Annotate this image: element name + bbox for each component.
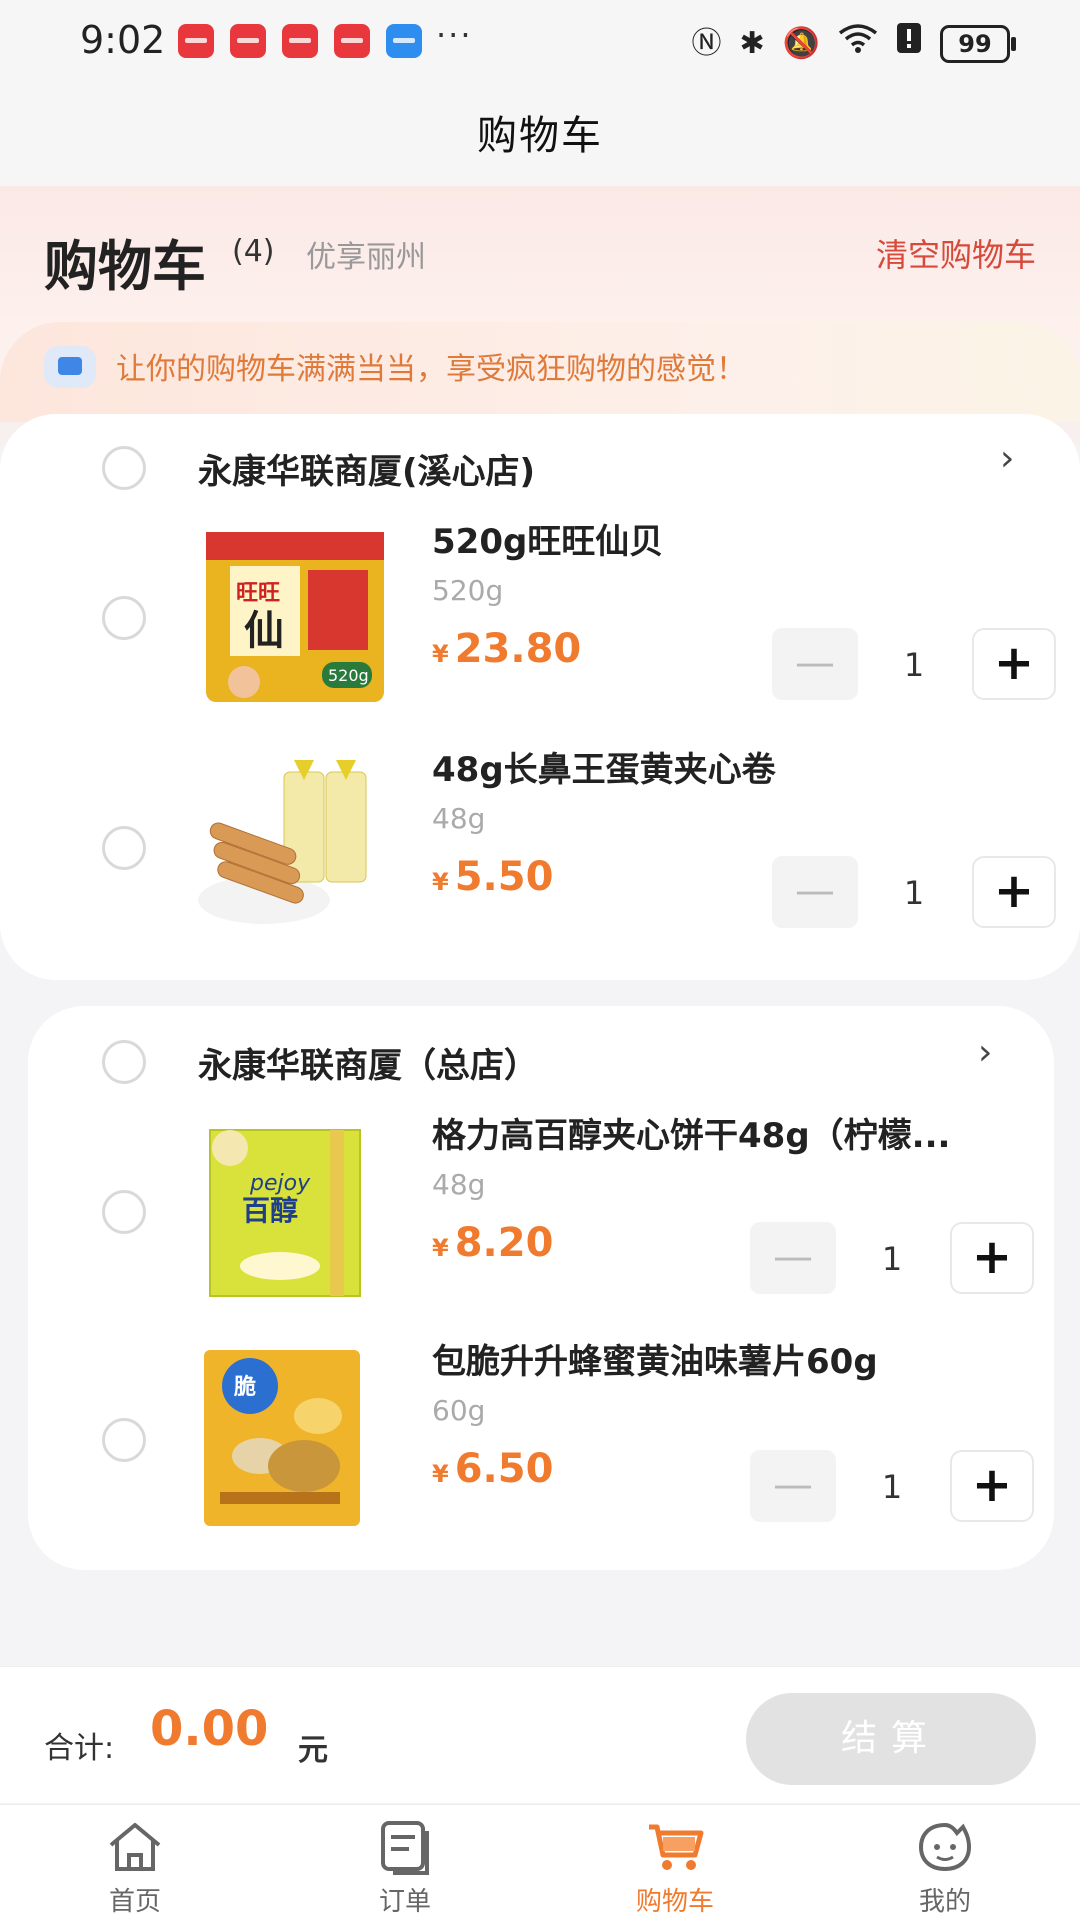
item-select-checkbox[interactable] — [102, 1418, 146, 1462]
product-name[interactable]: 520g旺旺仙贝 — [432, 514, 1032, 563]
product-price: ¥5.50 — [432, 854, 553, 900]
page-title: 购物车 — [477, 113, 603, 159]
system-icons: Ⓝ ✱ 🔕 99 — [691, 22, 1016, 65]
store-location: 优享丽州 — [306, 240, 426, 275]
store-icon — [44, 346, 96, 388]
notification-icons — [178, 24, 422, 58]
product-spec: 520g — [432, 574, 504, 607]
checkout-bar: 合计: 0.00 元 结算 — [0, 1666, 1080, 1803]
product-image[interactable]: pejoy 百醇 — [200, 1116, 390, 1306]
increase-qty-button[interactable]: + — [972, 856, 1056, 928]
product-name[interactable]: 48g长鼻王蛋黄夹心卷 — [432, 742, 1032, 791]
currency-symbol: ¥ — [432, 1460, 449, 1488]
tab-label: 我的 — [918, 1887, 971, 1917]
quantity-value: 1 — [903, 874, 925, 912]
increase-qty-button[interactable]: + — [950, 1222, 1034, 1294]
product-spec: 48g — [432, 802, 486, 835]
total-label: 合计: — [44, 1731, 115, 1766]
item-select-checkbox[interactable] — [102, 596, 146, 640]
decrease-qty-button[interactable]: — — [750, 1450, 836, 1522]
chevron-right-icon[interactable]: › — [1000, 438, 1014, 479]
tab-label: 购物车 — [635, 1887, 714, 1917]
svg-text:百醇: 百醇 — [242, 1194, 298, 1227]
tab-home[interactable]: 首页 — [0, 1805, 270, 1921]
currency-symbol: ¥ — [432, 640, 449, 668]
quantity-value: 1 — [881, 1240, 903, 1278]
tab-cart[interactable]: 购物车 — [540, 1805, 810, 1921]
item-select-checkbox[interactable] — [102, 1190, 146, 1234]
svg-text:520g: 520g — [328, 666, 369, 685]
svg-text:pejoy: pejoy — [249, 1171, 311, 1196]
total-amount: 0.00 — [150, 1701, 269, 1757]
currency-symbol: ¥ — [432, 1234, 449, 1262]
tab-orders[interactable]: 订单 — [270, 1805, 540, 1921]
product-price: ¥8.20 — [432, 1220, 553, 1266]
huawei-app-icon — [282, 24, 318, 58]
home-icon — [109, 1823, 161, 1871]
increase-qty-button[interactable]: + — [950, 1450, 1034, 1522]
store-card: 永康华联商厦(溪心店) › 旺旺 仙 520g 520g旺旺仙贝 520g ¥2… — [0, 414, 1080, 980]
weather-app-icon — [386, 24, 422, 58]
huawei-app-icon — [178, 24, 214, 58]
more-notifications-icon: ··· — [436, 16, 473, 54]
quantity-value: 1 — [881, 1468, 903, 1506]
book-app-icon — [334, 24, 370, 58]
nav-bar: 购物车 — [0, 86, 1080, 186]
item-select-checkbox[interactable] — [102, 826, 146, 870]
orders-icon — [381, 1821, 429, 1875]
product-price: ¥6.50 — [432, 1446, 553, 1492]
quantity-value: 1 — [903, 646, 925, 684]
price-value: 23.80 — [454, 626, 582, 672]
store-card: 永康华联商厦（总店） › pejoy 百醇 格力高百醇夹心饼干48g（柠檬...… — [28, 1006, 1054, 1570]
alert-icon — [896, 22, 922, 65]
status-bar: 9:02 ··· Ⓝ ✱ 🔕 99 — [0, 0, 1080, 86]
store-select-checkbox[interactable] — [102, 446, 146, 490]
cart-count: (4) — [232, 234, 275, 269]
price-value: 8.20 — [454, 1220, 554, 1266]
product-spec: 60g — [432, 1394, 486, 1427]
price-value: 6.50 — [454, 1446, 554, 1492]
store-select-checkbox[interactable] — [102, 1040, 146, 1084]
product-image[interactable]: 脆 — [200, 1342, 390, 1532]
cart-icon — [649, 1824, 704, 1870]
svg-text:旺旺: 旺旺 — [236, 581, 280, 606]
decrease-qty-button[interactable]: — — [750, 1222, 836, 1294]
svg-text:仙: 仙 — [244, 608, 284, 654]
mute-icon: 🔕 — [782, 25, 820, 61]
bluetooth-icon: ✱ — [739, 25, 765, 61]
bottom-tab-bar: 首页 订单 购物车 我的 — [0, 1804, 1080, 1921]
promo-notice: 让你的购物车满满当当，享受疯狂购物的感觉！ — [0, 322, 1080, 422]
increase-qty-button[interactable]: + — [972, 628, 1056, 700]
nfc-icon: Ⓝ — [691, 25, 722, 61]
checkout-button[interactable]: 结算 — [746, 1693, 1036, 1785]
product-name[interactable]: 包脆升升蜂蜜黄油味薯片60g — [432, 1334, 1022, 1383]
huawei-app-icon — [230, 24, 266, 58]
product-spec: 48g — [432, 1168, 486, 1201]
product-name[interactable]: 格力高百醇夹心饼干48g（柠檬... — [432, 1108, 1022, 1157]
wifi-icon — [838, 23, 878, 64]
svg-text:脆: 脆 — [234, 1374, 256, 1400]
total-unit: 元 — [298, 1733, 328, 1768]
store-name[interactable]: 永康华联商厦（总店） — [198, 1038, 538, 1087]
tab-profile[interactable]: 我的 — [810, 1805, 1080, 1921]
tab-label: 首页 — [108, 1887, 161, 1917]
decrease-qty-button[interactable]: — — [772, 628, 858, 700]
clear-cart-button[interactable]: 清空购物车 — [876, 230, 1036, 276]
decrease-qty-button[interactable]: — — [772, 856, 858, 928]
price-value: 5.50 — [454, 854, 554, 900]
product-price: ¥23.80 — [432, 626, 581, 672]
notice-text: 让你的购物车满满当当，享受疯狂购物的感觉！ — [116, 352, 746, 387]
tab-label: 订单 — [378, 1887, 431, 1917]
status-time: 9:02 — [80, 18, 166, 62]
product-image[interactable] — [194, 750, 384, 940]
cart-heading: 购物车 — [44, 235, 206, 298]
currency-symbol: ¥ — [432, 868, 449, 896]
battery-icon: 99 — [940, 24, 1016, 63]
store-name[interactable]: 永康华联商厦(溪心店) — [198, 444, 535, 493]
product-image[interactable]: 旺旺 仙 520g — [200, 522, 390, 712]
chevron-right-icon[interactable]: › — [978, 1032, 992, 1073]
profile-icon — [918, 1822, 972, 1872]
